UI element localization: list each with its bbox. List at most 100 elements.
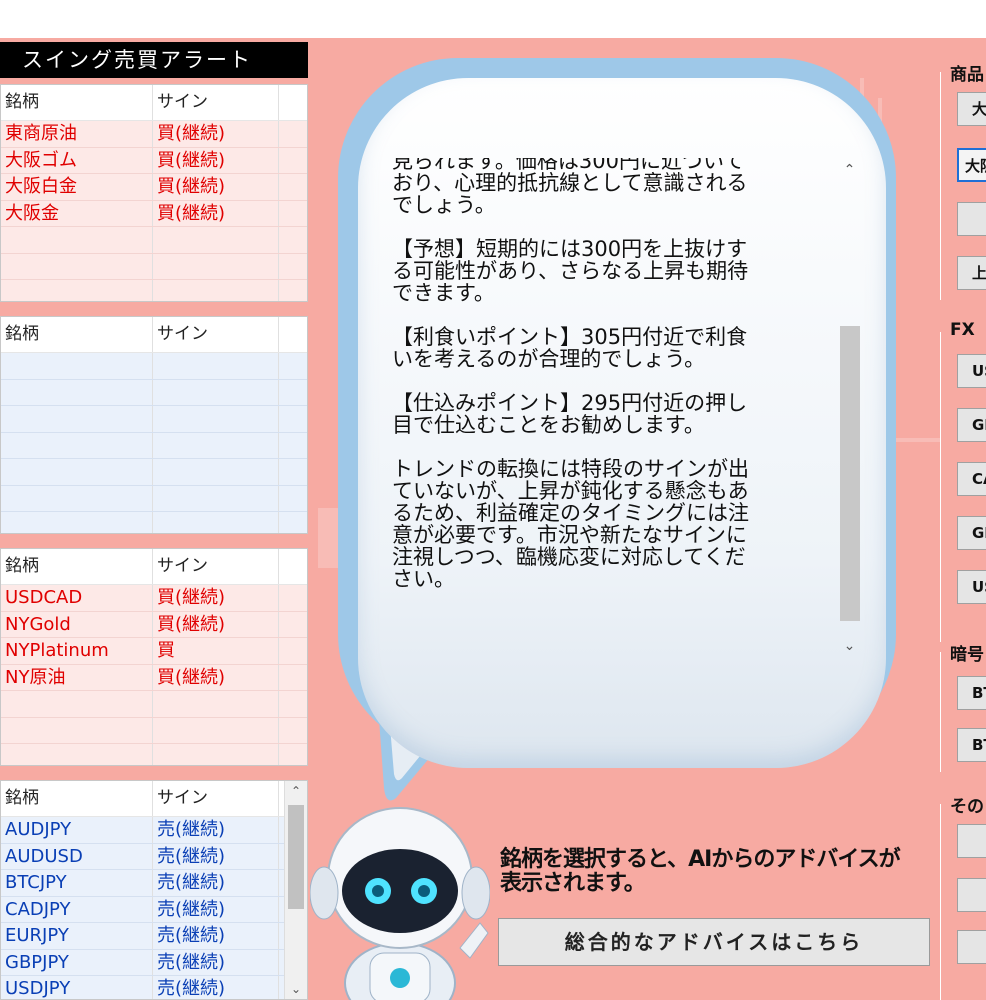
advice-scrollbar[interactable]: ⌃ ⌄ [837,158,862,658]
column-header-symbol: 銘柄 [1,317,153,352]
fx-button[interactable]: GB [957,516,986,550]
table-row-empty[interactable] [1,280,307,301]
commodity-button[interactable]: 大 [957,92,986,126]
sign-cell: 買(継続) [153,585,279,611]
table-body: USDCAD 買(継続) NYGold 買(継続) NYPlatinum 買 NY原油… [1,585,307,765]
table-row-empty[interactable] [1,691,307,718]
fx-button[interactable]: US [957,354,986,388]
commodity-button-selected[interactable]: 大阪 [957,148,986,182]
table-header: 銘柄 サイン [1,549,307,585]
bg-decoration [318,508,338,568]
table-row[interactable]: NYPlatinum 買 [1,638,307,665]
other-button[interactable] [957,878,986,912]
table-row-empty[interactable] [1,406,307,433]
column-header-sign: サイン [153,781,279,816]
scroll-thumb[interactable] [840,326,860,621]
sign-cell: 買(継続) [153,174,279,200]
commodity-button[interactable]: 上 [957,256,986,290]
scroll-down-icon[interactable]: ⌄ [285,979,307,999]
column-header-symbol: 銘柄 [1,549,153,584]
symbol-cell: CADJPY [1,896,153,922]
table-row[interactable]: EURJPY 売(継続) [1,923,307,950]
table-body: AUDJPY 売(継続) AUDUSD 売(継続) BTCJPY 売(継続) CADJ… [1,817,307,999]
table-row[interactable]: 東商原油 買(継続) [1,121,307,148]
table-row-empty[interactable] [1,227,307,254]
table-row[interactable]: NY原油 買(継続) [1,664,307,691]
table-header: 銘柄 サイン [1,317,307,353]
sign-cell: 売(継続) [153,949,279,975]
table-row[interactable]: CADJPY 売(継続) [1,896,307,923]
table-row-empty[interactable] [1,379,307,406]
table-row[interactable]: GBPJPY 売(継続) [1,949,307,976]
table-row[interactable]: BTCJPY 売(継続) [1,870,307,897]
scroll-up-icon[interactable]: ⌃ [285,781,307,801]
group-box-crypto [940,652,941,772]
symbol-cell: 大阪白金 [1,174,153,200]
table-row-empty[interactable] [1,353,307,380]
fx-button[interactable]: US [957,570,986,604]
symbol-cell: AUDUSD [1,843,153,869]
advice-textbox[interactable]: 見られます。価格は300円に近づいて おり、心理的抵抗線として意識される でしょ… [378,158,862,658]
alert-table-commodities-sell: 銘柄 サイン [0,316,308,534]
table-row[interactable]: 大阪金 買(継続) [1,200,307,227]
other-button[interactable] [957,930,986,964]
crypto-button[interactable]: BT [957,676,986,710]
symbol-cell: BTCJPY [1,870,153,896]
table-header: 銘柄 サイン [1,781,307,817]
column-header-sign: サイン [153,317,279,352]
symbol-cell: USDCAD [1,585,153,611]
app-window: スイング売買アラート 銘柄 サイン 東商原油 買(継続) 大阪ゴム 買(継続) 大阪… [0,38,986,1000]
alert-table-fx-sell: 銘柄 サイン AUDJPY 売(継続) AUDUSD 売(継続) BTCJPY 売(継… [0,780,308,1000]
fx-button[interactable]: GB [957,408,986,442]
column-header-symbol: 銘柄 [1,781,153,816]
table-row-empty[interactable] [1,432,307,459]
sign-cell: 売(継続) [153,870,279,896]
group-label-commodities: 商品 [948,60,986,85]
table-body: 東商原油 買(継続) 大阪ゴム 買(継続) 大阪白金 買(継続) 大阪金 買(継続) [1,121,307,301]
sign-cell: 売(継続) [153,976,279,999]
sign-cell: 買(継続) [153,121,279,147]
group-label-crypto: 暗号 [948,640,986,665]
symbol-cell: 大阪金 [1,200,153,226]
sign-cell: 売(継続) [153,896,279,922]
table-row-empty[interactable] [1,253,307,280]
table-row[interactable]: AUDUSD 売(継続) [1,843,307,870]
group-label-other: その [948,792,986,817]
scroll-down-icon[interactable]: ⌄ [837,634,862,658]
table-row-empty[interactable] [1,485,307,512]
alert-table-commodities-buy: 銘柄 サイン 東商原油 買(継続) 大阪ゴム 買(継続) 大阪白金 買(継続) 大阪金… [0,84,308,302]
table-row-empty[interactable] [1,744,307,765]
group-box-fx [940,332,941,642]
table-row[interactable]: AUDJPY 売(継続) [1,817,307,844]
alert-panel-title: スイング売買アラート [0,42,308,78]
robot-mascot-icon [310,807,490,1000]
table-row-empty[interactable] [1,459,307,486]
sign-cell: 売(継続) [153,843,279,869]
table-row[interactable]: 大阪ゴム 買(継続) [1,147,307,174]
symbol-cell: USDJPY [1,976,153,999]
fx-button[interactable]: CA [957,462,986,496]
sign-cell: 買(継続) [153,200,279,226]
advice-text: 見られます。価格は300円に近づいて おり、心理的抵抗線として意識される でしょ… [392,158,749,591]
column-header-symbol: 銘柄 [1,85,153,120]
table-row-empty[interactable] [1,717,307,744]
sign-cell: 売(継続) [153,817,279,843]
column-header-sign: サイン [153,549,279,584]
table-row[interactable]: NYGold 買(継続) [1,611,307,638]
other-button[interactable] [957,824,986,858]
table-scrollbar[interactable]: ⌃ ⌄ [284,781,307,999]
crypto-button[interactable]: BT [957,728,986,762]
table-row[interactable]: USDCAD 買(継続) [1,585,307,612]
table-row[interactable]: USDJPY 売(継続) [1,976,307,999]
commodity-button[interactable] [957,202,986,236]
scroll-up-icon[interactable]: ⌃ [837,158,862,182]
overall-advice-button[interactable]: 総合的なアドバイスはこちら [498,918,930,966]
selection-hint: 銘柄を選択すると、AIからのアドバイスが 表示されます。 [500,847,901,896]
table-header: 銘柄 サイン [1,85,307,121]
column-header-blank [279,85,307,120]
scroll-thumb[interactable] [288,805,304,909]
symbol-cell: GBPJPY [1,949,153,975]
table-row[interactable]: 大阪白金 買(継続) [1,174,307,201]
symbol-cell: NYPlatinum [1,638,153,664]
table-row-empty[interactable] [1,512,307,533]
